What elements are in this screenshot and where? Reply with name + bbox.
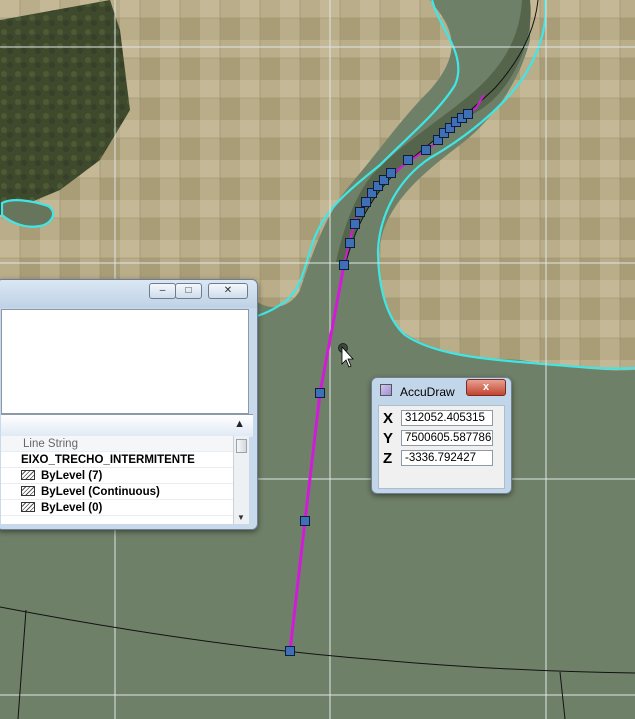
vertex-handle[interactable] [355,207,365,217]
accudraw-close-button[interactable]: x [466,379,506,396]
accudraw-body: X Y Z [378,405,505,489]
element-info-window[interactable]: – □ ✕ ▲ Line String EIXO_TRECHO_INTERMITE… [0,279,258,530]
minimize-button[interactable]: – [149,283,176,299]
vertex-handle[interactable] [403,155,413,165]
x-label: X [383,410,394,427]
accudraw-window[interactable]: AccuDraw x X Y Z [371,377,512,494]
vertex-handle[interactable] [361,197,371,207]
level-style-icon [21,486,35,496]
z-coordinate-input[interactable] [401,450,493,466]
collapse-icon[interactable]: ▲ [234,418,245,430]
accudraw-title: AccuDraw [400,385,455,399]
level-style-icon [21,502,35,512]
property-value: Line String [23,438,78,450]
vertex-handle[interactable] [386,168,396,178]
x-coordinate-input[interactable] [401,410,493,426]
scroll-thumb[interactable] [236,439,247,453]
properties-list[interactable]: Line String EIXO_TRECHO_INTERMITENTE ByLev… [1,436,233,524]
property-value: ByLevel (0) [41,502,103,514]
property-row[interactable]: ByLevel (0) [1,500,233,516]
element-window-titlebar[interactable]: – □ ✕ [0,280,257,308]
accudraw-app-icon [380,384,392,396]
element-list-pane[interactable] [1,309,249,414]
properties-header[interactable]: ▲ [1,414,253,437]
close-button[interactable]: ✕ [208,283,248,299]
property-row[interactable]: ByLevel (7) [1,468,233,484]
maximize-button[interactable]: □ [175,283,202,299]
vertex-handle[interactable] [345,238,355,248]
vertex-handle[interactable] [350,219,360,229]
property-row[interactable]: ByLevel (Continuous) [1,484,233,500]
vertex-handle[interactable] [421,145,431,155]
accudraw-titlebar[interactable]: AccuDraw x [372,378,511,402]
scroll-down-arrow-icon[interactable]: ▼ [237,513,245,522]
level-style-icon [21,470,35,480]
vertex-handle[interactable] [315,388,325,398]
properties-scrollbar[interactable]: ▼ [233,436,249,524]
z-label: Z [383,450,393,467]
y-coordinate-input[interactable] [401,430,493,446]
property-row[interactable]: Line String [1,436,233,452]
vertex-handle[interactable] [339,260,349,270]
property-value: ByLevel (Continuous) [41,486,160,498]
property-value: EIXO_TRECHO_INTERMITENTE [21,454,195,466]
property-row[interactable]: EIXO_TRECHO_INTERMITENTE [1,452,233,468]
vertex-handle[interactable] [285,646,295,656]
vertex-handle[interactable] [463,109,473,119]
property-value: ByLevel (7) [41,470,103,482]
y-label: Y [383,430,394,447]
vertex-handle[interactable] [300,516,310,526]
